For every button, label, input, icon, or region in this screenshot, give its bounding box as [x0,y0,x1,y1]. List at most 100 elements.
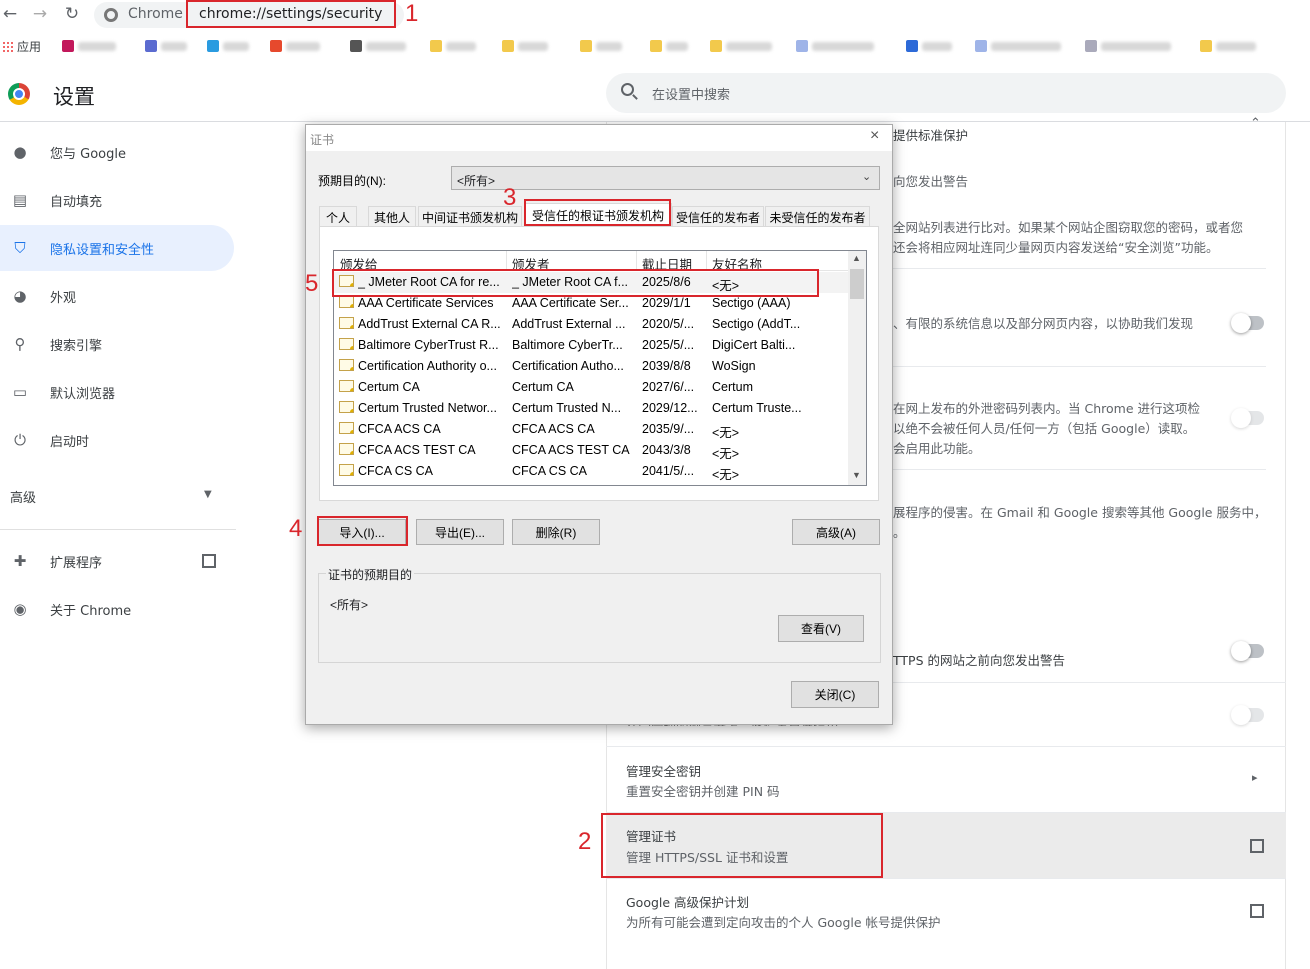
sidebar-item-about[interactable]: ◉ 关于 Chrome [0,586,234,632]
sidebar-item-default-browser[interactable]: ▭ 默认浏览器 [0,369,234,415]
bookmark-7[interactable] [502,39,548,53]
chevron-down-icon: ▼ [204,489,212,500]
reload-icon[interactable]: ↻ [62,4,82,24]
sidebar-item-you-and-google[interactable]: ● 您与 Google [0,129,234,175]
sidebar-item-appearance[interactable]: ◕ 外观 [0,273,234,319]
sidebar-item-autofill[interactable]: ▤ 自动填充 [0,177,234,223]
security-keys-subtitle: 重置安全密钥并创建 PIN 码 [626,784,780,799]
annotation-box-3 [524,199,671,226]
scroll-down-icon[interactable]: ▼ [852,470,861,480]
sidebar-item-label: 默认浏览器 [50,386,116,402]
divider [893,469,1266,470]
leak-check-toggle[interactable] [1231,408,1264,428]
table-row[interactable]: Certification Authority o... Certificatio… [334,356,848,377]
apps-shortcut[interactable]: 应用 [2,39,41,54]
scroll-up-icon[interactable]: ▲ [852,253,861,263]
forward-icon[interactable]: → [30,4,50,24]
table-cell: AddTrust External CA R... [358,317,501,331]
bookmark-6[interactable] [430,39,476,53]
tab-untrusted-publishers[interactable]: 未受信任的发布者 [765,206,870,227]
browser-icon: ▭ [12,383,28,401]
standard-protection-text: 提供标准保护 [893,128,969,143]
table-row[interactable]: Certum CA Certum CA 2027/6/... Certum [334,377,848,398]
table-row[interactable]: CFCA ACS TEST CA CFCA ACS TEST CA 2043/3/8… [334,440,848,461]
table-cell: Sectigo (AAA) [712,296,791,310]
table-cell: AddTrust External ... [512,317,626,331]
list-scrollbar[interactable]: ▲ ▼ [848,251,866,485]
omnibox-scheme: Chrome [128,6,183,22]
https-warning-text: TTPS 的网站之前向您发出警告 [893,653,1065,668]
bookmark-5[interactable] [350,39,406,53]
certificate-icon [339,380,354,392]
annotation-box-4 [317,516,408,546]
export-button[interactable]: 导出(E)... [416,519,504,545]
sidebar-item-extensions[interactable]: ✚ 扩展程序 [0,538,234,584]
scrollbar-thumb[interactable] [850,269,864,299]
bookmark-4[interactable] [270,39,320,53]
bookmark-2[interactable] [145,39,187,53]
sidebar-item-label: 关于 Chrome [50,603,132,619]
table-cell: 2035/9/... [642,422,695,436]
bookmark-10[interactable] [710,39,772,53]
tab-personal[interactable]: 个人 [319,206,357,227]
table-cell: Baltimore CyberTr... [512,338,623,352]
close-icon[interactable]: × [870,127,879,145]
settings-search[interactable]: 在设置中搜索 [606,73,1286,113]
table-row[interactable]: Certum Trusted Networ... Certum Trusted N… [334,398,848,419]
tab-trusted-publishers[interactable]: 受信任的发布者 [672,206,764,227]
certificate-icon [339,296,354,308]
table-row[interactable]: AddTrust External CA R... AddTrust Extern… [334,314,848,335]
sidebar-item-on-startup[interactable]: ⏻ 启动时 [0,417,234,463]
table-cell: WoSign [712,359,756,373]
bookmark-13[interactable] [975,39,1061,53]
sidebar-item-label: 搜索引擎 [50,338,103,354]
sidebar-divider [0,529,236,530]
advanced-button[interactable]: 高级(A) [792,519,880,545]
view-button[interactable]: 查看(V) [778,615,864,642]
bookmark-14[interactable] [1085,39,1171,53]
table-cell: DigiCert Balti... [712,338,796,352]
table-cell: 2043/3/8 [642,443,691,457]
bookmark-11[interactable] [796,39,874,53]
bookmark-15[interactable] [1200,39,1256,53]
table-cell: Certum CA [512,380,574,394]
search-icon: ⚲ [14,335,26,353]
bookmark-1[interactable] [62,39,116,53]
table-row[interactable]: CFCA CS CA CFCA CS CA 2041/5/... <无> [334,461,848,482]
page-title: 设置 [53,85,95,109]
table-row[interactable]: CFCA ACS CA CFCA ACS CA 2035/9/... <无> [334,419,848,440]
bookmark-3[interactable] [207,39,249,53]
sidebar-advanced[interactable]: 高级 ▼ [0,476,234,516]
bookmark-8[interactable] [580,39,622,53]
sidebar-item-privacy-security[interactable]: ⛉ 隐私设置和安全性 [0,225,234,271]
search-input[interactable]: 在设置中搜索 [652,84,730,103]
tab-other-people[interactable]: 其他人 [368,206,416,227]
table-cell: Sectigo (AddT... [712,317,801,331]
table-cell: <无> [712,468,740,482]
open-in-new-icon [1250,839,1264,853]
sidebar-item-search-engine[interactable]: ⚲ 搜索引擎 [0,321,234,367]
table-cell: CFCA ACS TEST CA [358,443,476,457]
chrome-logo-icon: ◉ [13,600,27,618]
delete-button[interactable]: 删除(R) [512,519,600,545]
https-toggle[interactable] [1231,641,1264,661]
advanced-protection-row[interactable]: Google 高级保护计划 为所有可能会遭到定向攻击的个人 Google 帐号提… [606,878,1286,944]
chevron-up-icon[interactable]: ⌃ [1250,116,1261,131]
bookmark-12[interactable] [906,39,952,53]
chevron-down-icon: ⌄ [862,171,872,183]
managed-toggle[interactable] [1231,705,1264,725]
bookmark-9[interactable] [650,39,688,53]
dialog-titlebar: 证书 × [306,125,892,151]
warning-text: 向您发出警告 [893,174,969,189]
annotation-number-5: 5 [305,270,319,297]
table-cell: <无> [712,447,740,461]
table-row[interactable]: Baltimore CyberTrust R... Baltimore Cyber… [334,335,848,356]
certificate-icon [339,401,354,413]
back-icon[interactable]: ← [0,4,20,24]
table-cell: 2039/8/8 [642,359,691,373]
close-button[interactable]: 关闭(C) [791,681,879,708]
report-toggle[interactable] [1231,313,1264,333]
table-cell: CFCA CS CA [512,464,588,478]
advanced-protection-title: Google 高级保护计划 [626,895,750,910]
manage-security-keys-row[interactable]: 管理安全密钥 重置安全密钥并创建 PIN 码 ▸ [606,746,1286,812]
